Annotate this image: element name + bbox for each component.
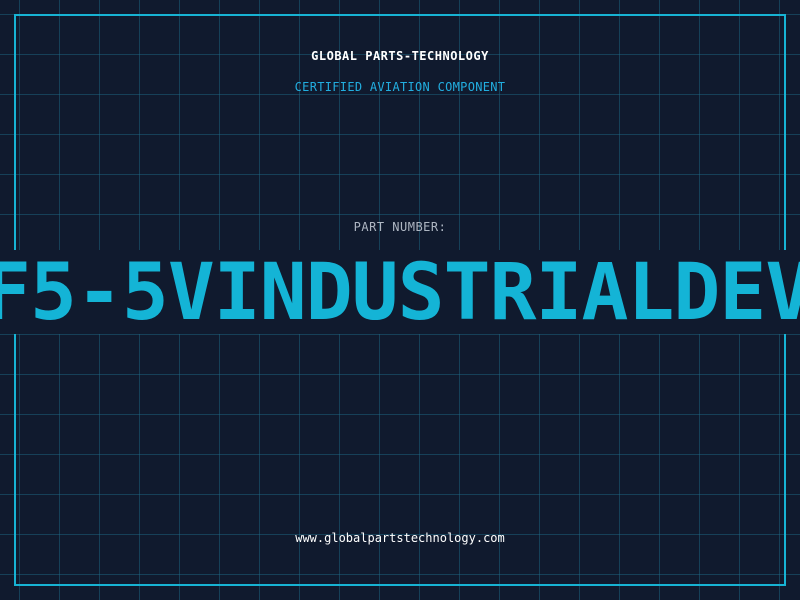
certificate-canvas: GLOBAL PARTS-TECHNOLOGY CERTIFIED AVIATI… (0, 0, 800, 600)
part-number-band: F5-5VINDUSTRIALDEV (0, 250, 800, 334)
company-name: GLOBAL PARTS-TECHNOLOGY (311, 49, 489, 63)
website-link[interactable]: www.globalpartstechnology.com (0, 531, 800, 545)
part-number-value: F5-5VINDUSTRIALDEV (0, 250, 800, 334)
certification-subtitle: CERTIFIED AVIATION COMPONENT (294, 80, 506, 94)
part-number-label: PART NUMBER: (353, 220, 447, 234)
